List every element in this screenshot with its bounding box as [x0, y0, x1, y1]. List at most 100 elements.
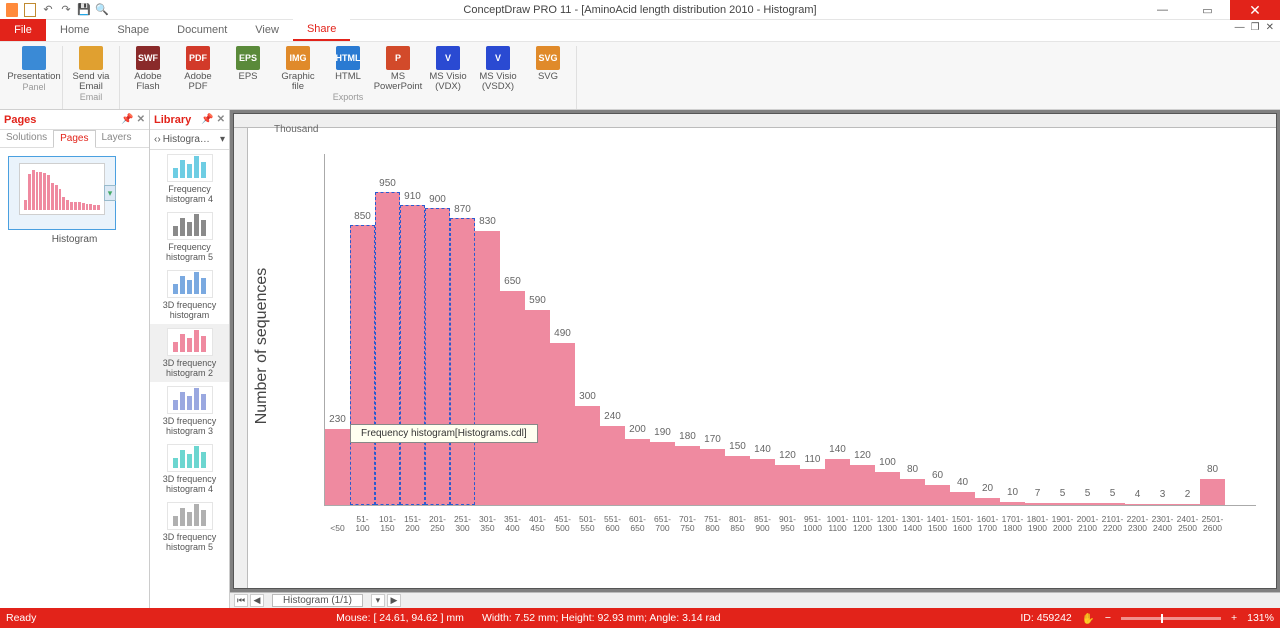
chart-bar[interactable]: 200601-650 [625, 439, 650, 505]
chart-bar[interactable]: 650351-400 [500, 291, 525, 506]
ribbon-btn-presentation[interactable]: Presentation [12, 46, 56, 82]
chart-bar[interactable]: 190651-700 [650, 442, 675, 505]
new-doc-button[interactable] [22, 2, 38, 18]
chart-bar[interactable]: 170751-800 [700, 449, 725, 505]
zoom-in-button[interactable]: + [1231, 612, 1237, 624]
chart-bar[interactable]: 950101-150 [375, 192, 400, 506]
ribbon-btn-ms-visio-vsdx-[interactable]: VMS Visio (VSDX) [476, 46, 520, 92]
chart-bar[interactable]: 240551-600 [600, 426, 625, 505]
tab-document[interactable]: Document [163, 19, 241, 41]
library-item[interactable]: 3D frequency histogram 4 [150, 440, 229, 498]
chart-bar[interactable]: 52101-2200 [1100, 503, 1125, 505]
chart-bar[interactable]: 110951-1000 [800, 469, 825, 505]
chart-bar[interactable]: 71801-1900 [1025, 503, 1050, 505]
chart-bar[interactable]: 52001-2100 [1075, 503, 1100, 505]
pages-subtab-layers[interactable]: Layers [96, 130, 138, 147]
child-close-button[interactable]: ✕ [1266, 22, 1274, 33]
ribbon-btn-ms-visio-vdx-[interactable]: VMS Visio (VDX) [426, 46, 470, 92]
tab-file[interactable]: File [0, 19, 46, 41]
tab-view[interactable]: View [241, 19, 293, 41]
sheet-tab-active[interactable]: Histogram (1/1) [272, 594, 363, 607]
minimize-button[interactable]: — [1140, 0, 1185, 20]
library-pane-tools[interactable]: 📌 ✕ [201, 114, 225, 125]
vertical-ruler[interactable] [234, 128, 248, 588]
chart-bar[interactable]: 85051-100 [350, 225, 375, 506]
ribbon-btn-html[interactable]: HTMLHTML [326, 46, 370, 92]
sheet-prev-button[interactable]: ◀ [250, 594, 264, 607]
sheet-first-button[interactable]: ⏮ [234, 594, 248, 607]
chart-bar-value-label: 140 [754, 444, 771, 455]
chart-bar[interactable]: 140851-900 [750, 459, 775, 505]
chart-x-tick-label: 1701-1800 [1000, 515, 1025, 533]
drawing-paper[interactable]: Thousand Number of sequences 230<5085051… [234, 114, 1276, 588]
chart-bar[interactable]: 22401-2500 [1175, 504, 1200, 505]
sheet-dropdown-button[interactable]: ▾ [371, 594, 385, 607]
library-item[interactable]: Frequency histogram 5 [150, 208, 229, 266]
tab-shape[interactable]: Shape [103, 19, 163, 41]
library-list[interactable]: Frequency histogram 4Frequency histogram… [150, 150, 229, 608]
child-restore-button[interactable]: ❐ [1251, 22, 1260, 33]
ribbon-btn-svg[interactable]: SVGSVG [526, 46, 570, 92]
tab-share[interactable]: Share [293, 19, 350, 41]
chart-bar[interactable]: 1001201-1300 [875, 472, 900, 505]
chart-bar[interactable]: 801301-1400 [900, 479, 925, 505]
chart-bar[interactable]: 900201-250 [425, 208, 450, 505]
chart-bar[interactable]: 802501-2600 [1200, 479, 1225, 505]
chart-bar-rect: 4 [1125, 504, 1150, 505]
preview-button[interactable]: 🔍 [94, 2, 110, 18]
child-minimize-button[interactable]: — [1235, 22, 1245, 33]
ribbon-btn-adobe-flash[interactable]: SWFAdobe Flash [126, 46, 170, 92]
chart-bar[interactable]: 32301-2400 [1150, 504, 1175, 505]
thumb-dropdown-icon[interactable]: ▾ [104, 185, 116, 201]
chart-bar[interactable]: 910151-200 [400, 205, 425, 505]
library-dropdown-icon[interactable]: ▾ [220, 134, 225, 145]
chart-bar[interactable]: 1201101-1200 [850, 465, 875, 505]
chart-bar[interactable]: 201601-1700 [975, 498, 1000, 505]
library-item[interactable]: 3D frequency histogram 2 [150, 324, 229, 382]
chart-bar[interactable]: 42201-2300 [1125, 504, 1150, 505]
chart-bar[interactable]: 120901-950 [775, 465, 800, 505]
chart-bar[interactable]: 601401-1500 [925, 485, 950, 505]
library-item[interactable]: 3D frequency histogram 5 [150, 498, 229, 556]
chart-bar[interactable]: 870251-300 [450, 218, 475, 505]
ribbon-btn-adobe-pdf[interactable]: PDFAdobe PDF [176, 46, 220, 92]
zoom-level[interactable]: 131% [1247, 612, 1274, 624]
library-item[interactable]: 3D frequency histogram 3 [150, 382, 229, 440]
chart-bar[interactable]: 1401001-1100 [825, 459, 850, 505]
chart-bar[interactable]: 150801-850 [725, 456, 750, 506]
histogram-chart[interactable]: Thousand Number of sequences 230<5085051… [264, 144, 1256, 548]
app-icon[interactable] [4, 2, 20, 18]
ribbon-btn-ms-powerpoint[interactable]: PMS PowerPoint [376, 46, 420, 92]
library-item[interactable]: Frequency histogram 4 [150, 150, 229, 208]
tab-home[interactable]: Home [46, 19, 103, 41]
save-button[interactable]: 💾 [76, 2, 92, 18]
zoom-slider[interactable] [1121, 617, 1221, 620]
pages-pane-tools[interactable]: 📌 ✕ [121, 114, 145, 125]
horizontal-ruler[interactable] [234, 114, 1276, 128]
ribbon-btn-send-via-email[interactable]: Send viaEmail [69, 46, 113, 92]
ribbon-btn-graphic-file[interactable]: IMGGraphic file [276, 46, 320, 92]
undo-button[interactable]: ↶ [40, 2, 56, 18]
status-right: ID: 459242 ✋ − + 131% [1020, 612, 1274, 625]
library-item[interactable]: 3D frequency histogram [150, 266, 229, 324]
maximize-button[interactable]: ▭ [1185, 0, 1230, 20]
chart-bar[interactable]: 401501-1600 [950, 492, 975, 505]
chart-bar[interactable]: 590401-450 [525, 310, 550, 505]
hand-tool-icon[interactable]: ✋ [1082, 612, 1095, 625]
chart-bar[interactable]: 230<50 [325, 429, 350, 505]
chart-bar[interactable]: 180701-750 [675, 446, 700, 505]
chart-bar[interactable]: 101701-1800 [1000, 502, 1025, 505]
chart-bar[interactable]: 51901-2000 [1050, 503, 1075, 505]
close-button[interactable]: ✕ [1230, 0, 1280, 20]
pages-subtab-solutions[interactable]: Solutions [0, 130, 53, 147]
pages-subtab-pages[interactable]: Pages [53, 130, 95, 148]
redo-button[interactable]: ↷ [58, 2, 74, 18]
sheet-next-button[interactable]: ▶ [387, 594, 401, 607]
zoom-out-button[interactable]: − [1105, 612, 1111, 624]
ribbon-btn-eps[interactable]: EPSEPS [226, 46, 270, 92]
chart-bar[interactable]: 490451-500 [550, 343, 575, 505]
chart-bar[interactable]: 830301-350 [475, 231, 500, 505]
library-selector[interactable]: ‹ › Histogra… ▾ [150, 130, 229, 150]
page-thumb-histogram[interactable]: ▾ [8, 156, 116, 230]
chart-bar[interactable]: 300501-550 [575, 406, 600, 505]
